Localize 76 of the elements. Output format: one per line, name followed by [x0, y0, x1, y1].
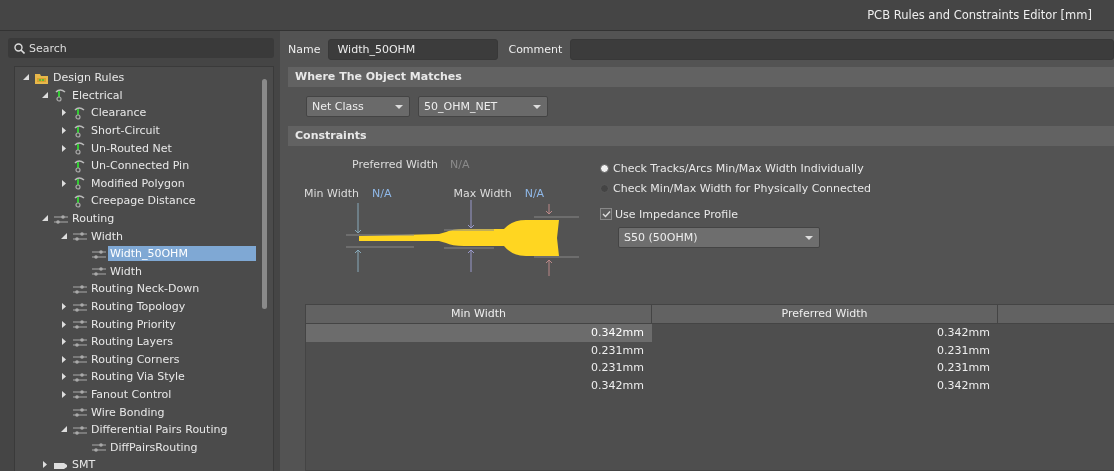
tree-item[interactable]: Routing Corners — [89, 351, 182, 367]
sliders-icon — [72, 387, 88, 402]
radio-label: Check Tracks/Arcs Min/Max Width Individually — [613, 161, 864, 175]
preferred-width-label: Preferred Width — [352, 158, 438, 171]
caret-icon — [395, 104, 403, 109]
column-header[interactable]: Min Width — [306, 305, 652, 323]
sliders-icon — [72, 229, 88, 244]
tree-item[interactable]: Clearance — [89, 105, 149, 121]
column-header[interactable]: Preferred Width — [652, 305, 998, 323]
tree-item[interactable]: Routing Topology — [89, 299, 188, 314]
radio-button[interactable] — [600, 163, 609, 173]
caret-icon — [805, 235, 813, 240]
table-cell-text: 0.231mm — [590, 360, 645, 376]
expand-arrow-icon[interactable] — [59, 142, 69, 154]
max-width-label: Max Width — [453, 187, 512, 200]
expand-arrow-icon[interactable] — [59, 107, 69, 119]
tree-item[interactable]: Differential Pairs Routing — [89, 422, 230, 438]
sliders-icon — [91, 264, 107, 279]
tree-item[interactable]: Creepage Distance — [89, 193, 198, 209]
tree-item[interactable]: SMT — [70, 457, 98, 471]
tree-item[interactable]: Design Rules — [51, 70, 127, 86]
table-cell: 0.342mm — [306, 324, 652, 342]
scrollbar-thumb[interactable] — [262, 79, 267, 309]
name-field[interactable]: Width_50OHM — [328, 38, 499, 60]
tree-item[interactable]: Un-Routed Net — [89, 140, 174, 156]
expand-arrow-icon[interactable] — [59, 389, 69, 400]
profile-dropdown[interactable]: S50 (50OHM) — [618, 227, 820, 248]
table-cell-text: 0.231mm — [936, 342, 991, 359]
tree-item[interactable]: Fanout Control — [89, 387, 174, 402]
comment-field[interactable] — [570, 38, 1114, 60]
tree-item[interactable]: Routing Layers — [89, 334, 176, 350]
expand-arrow-icon[interactable] — [59, 177, 69, 189]
expand-arrow-icon[interactable] — [40, 459, 50, 471]
dropdown[interactable]: Net Class — [306, 96, 410, 117]
table-cell-text: 0.231mm — [936, 360, 991, 376]
table-cell-text: 0.342mm — [936, 377, 991, 394]
section-header: Constraints — [288, 126, 1114, 146]
expand-arrow-icon[interactable] — [59, 371, 69, 383]
expand-arrow-icon[interactable] — [59, 336, 69, 348]
tree-item[interactable]: Routing Priority — [89, 316, 178, 332]
tree-item[interactable]: Un-Connected Pin — [89, 158, 192, 174]
tree-item[interactable]: Routing Via Style — [89, 369, 187, 385]
dropdown[interactable]: 50_OHM_NET — [418, 96, 548, 117]
section-header: Where The Object Matches — [288, 67, 1114, 87]
expand-arrow-icon[interactable] — [59, 301, 69, 312]
min-width-label: Min Width — [304, 187, 359, 200]
table-cell-text: 0.342mm — [590, 377, 645, 394]
sliders-icon — [72, 317, 88, 332]
expand-arrow-icon[interactable] — [59, 318, 69, 330]
tree-item[interactable]: Routing Neck-Down — [89, 281, 202, 297]
tree-item[interactable]: Electrical — [70, 87, 125, 103]
caret-icon — [533, 104, 541, 109]
tree-item[interactable]: Routing — [70, 211, 117, 227]
search-field[interactable]: Search — [8, 38, 274, 58]
tree-item[interactable]: Width — [89, 228, 125, 244]
comment-label: Comment — [508, 42, 563, 56]
sliders-icon — [72, 352, 88, 367]
sliders-icon — [72, 405, 88, 420]
min-width-value: N/A — [372, 187, 392, 200]
tree-item[interactable]: Width — [108, 263, 144, 279]
tree-item[interactable]: DiffPairsRouting — [108, 439, 200, 455]
tree-item[interactable]: Wire Bonding — [89, 404, 167, 420]
name-label: Name — [288, 42, 321, 56]
sliders-icon — [91, 440, 107, 455]
expand-arrow-icon[interactable] — [59, 353, 69, 365]
tree-item[interactable]: Short-Circuit — [89, 123, 162, 139]
expand-arrow-icon[interactable] — [59, 125, 69, 137]
check-icon — [601, 210, 611, 218]
max-width-value: N/A — [524, 187, 545, 200]
checkbox[interactable] — [600, 208, 612, 220]
tree-item[interactable]: Modified Polygon — [89, 175, 187, 191]
table-cell-text: 0.231mm — [590, 342, 645, 359]
window-title: PCB Rules and Constraints Editor [mm] — [867, 8, 1092, 22]
radio-label: Check Min/Max Width for Physically Connected — [613, 181, 871, 195]
checkbox-label: Use Impedance Profile — [615, 207, 738, 221]
table-cell-text: 0.342mm — [936, 325, 991, 341]
